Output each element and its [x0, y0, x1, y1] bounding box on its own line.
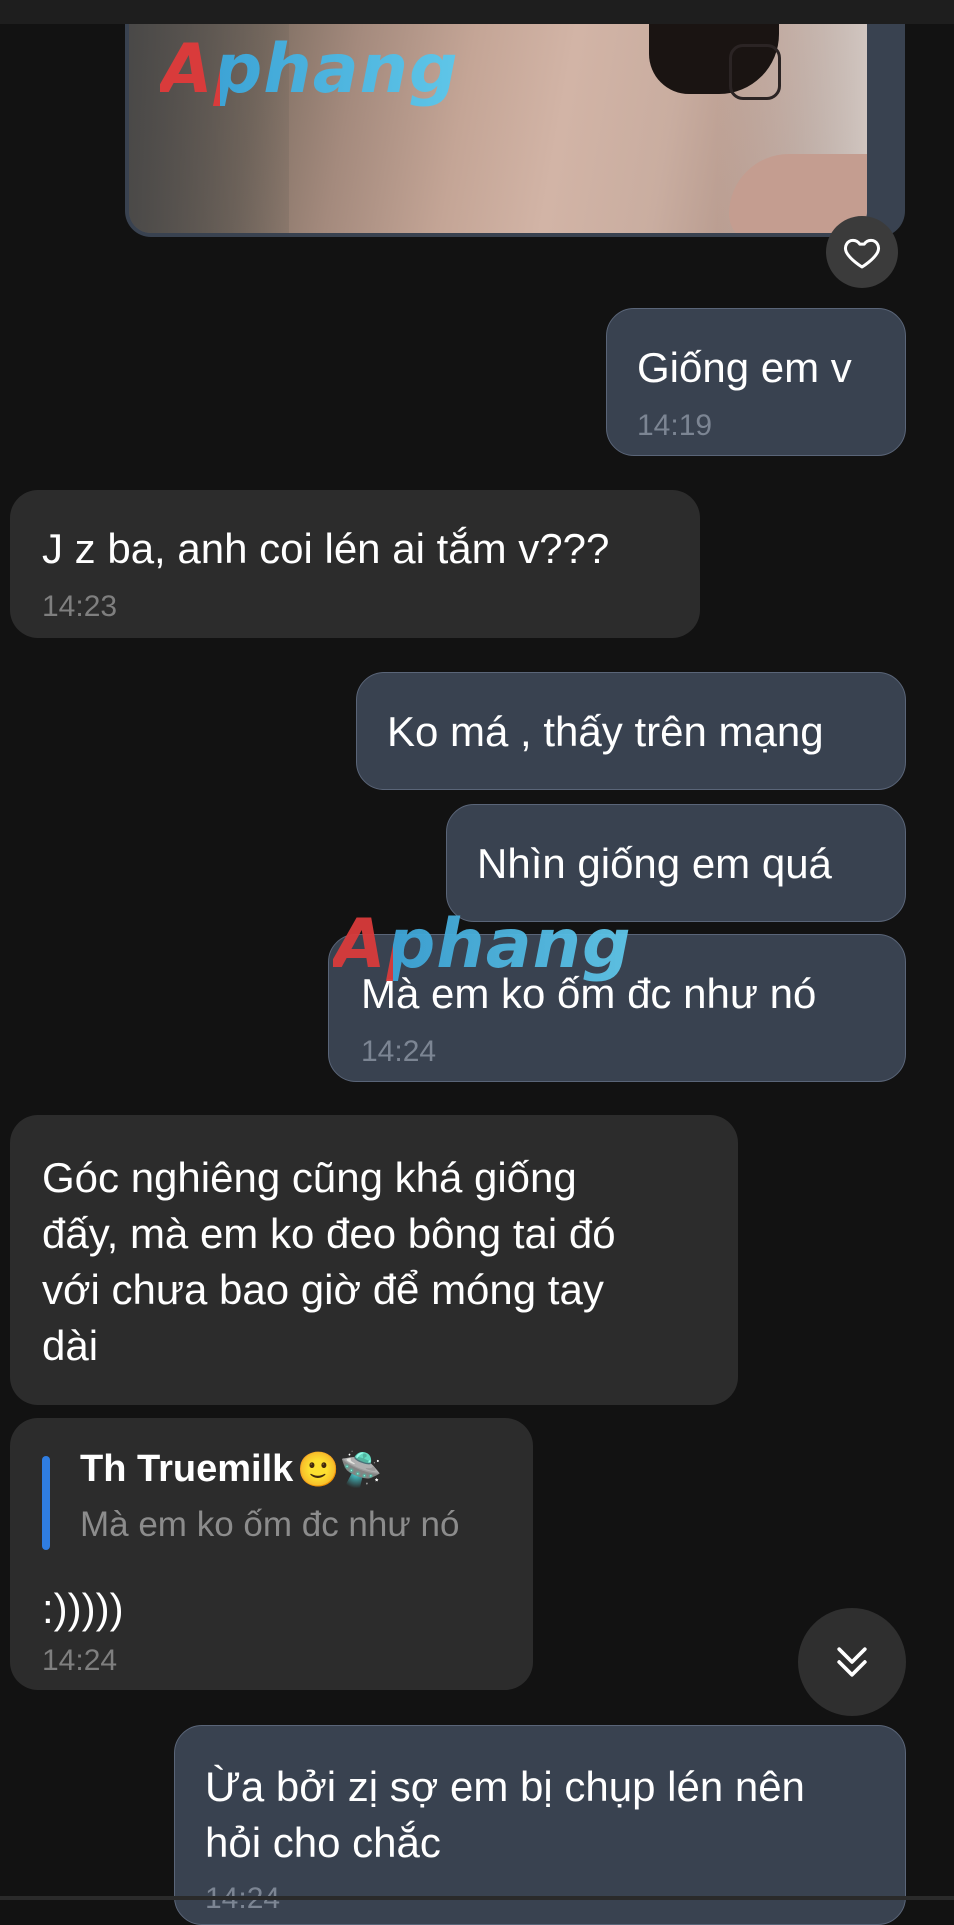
message-text: Ko má , thấy trên mạng: [387, 708, 824, 755]
message-bubble-outgoing[interactable]: Giống em v 14:19: [606, 308, 906, 456]
watermark-logo-photo: Aphang: [160, 30, 459, 109]
reply-accent-bar: [42, 1456, 50, 1550]
react-heart-button[interactable]: [826, 216, 898, 288]
message-bubble-incoming[interactable]: Góc nghiêng cũng khá giống đấy, mà em ko…: [10, 1115, 738, 1405]
reply-author-name: Th Truemilk 🙂🛸: [80, 1448, 382, 1491]
watermark-logo-center: Aphang: [333, 905, 632, 984]
message-text-line: Góc nghiêng cũng khá giống: [42, 1154, 577, 1201]
message-bubble-outgoing[interactable]: Ừa bởi zị sợ em bị chụp lén nên hỏi cho …: [174, 1725, 906, 1925]
message-bubble-incoming[interactable]: J z ba, anh coi lén ai tắm v??? 14:23: [10, 490, 700, 638]
message-text-line: Ừa bởi zị sợ em bị chụp lén nên: [205, 1763, 805, 1810]
status-bar-strip: [0, 0, 954, 24]
reply-author-text: Th Truemilk: [80, 1448, 294, 1490]
message-text: J z ba, anh coi lén ai tắm v???: [42, 525, 610, 572]
message-time: 14:24: [42, 1644, 118, 1677]
message-bubble-incoming-reply[interactable]: Th Truemilk 🙂🛸 Mà em ko ốm đc như nó :)))…: [10, 1418, 533, 1690]
message-time: 14:24: [361, 1035, 437, 1068]
reply-author-emoji: 🙂🛸: [297, 1450, 382, 1490]
message-text-line: dài: [42, 1322, 99, 1369]
scroll-to-bottom-button[interactable]: [798, 1608, 906, 1716]
bottom-edge: [0, 1896, 954, 1900]
message-time: 14:19: [637, 409, 713, 442]
photo-glasses: [729, 44, 781, 100]
message-bubble-outgoing[interactable]: Ko má , thấy trên mạng: [356, 672, 906, 790]
heart-outline-icon: [844, 238, 880, 269]
message-text-line: với chưa bao giờ để móng tay: [42, 1266, 604, 1313]
message-time: 14:23: [42, 590, 118, 623]
message-text-line: đấy, mà em ko đeo bông tai đó: [42, 1210, 616, 1257]
double-chevron-down-icon: [837, 1647, 867, 1677]
reply-quoted-text: Mà em ko ốm đc như nó: [80, 1505, 460, 1544]
message-text-line: hỏi cho chắc: [205, 1819, 441, 1866]
message-text: Nhìn giống em quá: [477, 840, 832, 887]
message-text: Giống em v: [637, 344, 852, 391]
message-text: :))))): [42, 1585, 124, 1632]
